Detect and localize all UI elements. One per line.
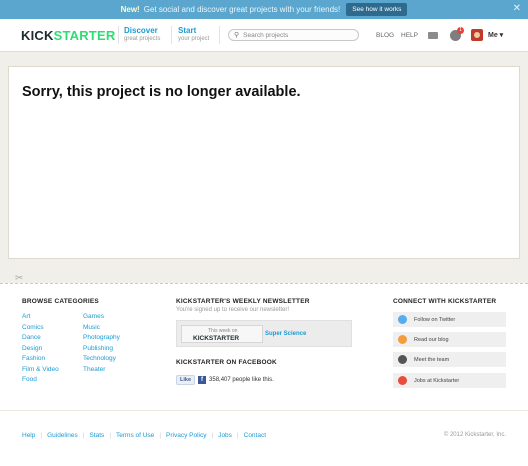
newsletter-preview[interactable]: This week on KICKSTARTER Super Science	[176, 320, 352, 347]
facebook-count: 358,407 people like this.	[209, 377, 274, 383]
rss-icon	[398, 335, 407, 344]
category-link[interactable]: Dance	[22, 334, 59, 345]
category-link[interactable]: Art	[22, 313, 59, 324]
browse-categories-title: BROWSE CATEGORIES	[22, 298, 99, 305]
connect-title: CONNECT WITH KICKSTARTER	[393, 298, 497, 305]
newsletter-title: KICKSTARTER'S WEEKLY NEWSLETTER	[176, 298, 310, 305]
page-title: Sorry, this project is no longer availab…	[22, 84, 301, 100]
category-link[interactable]: Games	[83, 313, 120, 324]
newsletter-feature: Super Science	[265, 331, 307, 337]
notice-message: Get social and discover great projects w…	[143, 5, 341, 14]
facebook-like-button[interactable]: Like	[176, 375, 196, 385]
twitter-icon	[398, 315, 407, 324]
person-icon	[398, 355, 407, 364]
connect-label: Read our blog	[414, 336, 449, 343]
facebook-icon: f	[198, 376, 207, 384]
logo-part1: KICK	[21, 28, 54, 43]
follow-twitter-button[interactable]: Follow on Twitter	[393, 312, 506, 327]
category-link[interactable]: Photography	[83, 334, 120, 345]
link-separator: |	[236, 432, 239, 439]
notification-bar: New! Get social and discover great proje…	[0, 0, 528, 19]
avatar[interactable]	[471, 29, 483, 41]
nav-start[interactable]: Start your project	[178, 26, 209, 42]
newsletter-envelope: This week on KICKSTARTER	[181, 325, 263, 343]
category-link[interactable]: Film & Video	[22, 366, 59, 377]
newsletter-box-logo: KICKSTARTER	[193, 335, 240, 342]
nav-divider	[219, 26, 220, 44]
footer-link-privacy[interactable]: Privacy Policy	[166, 432, 206, 439]
nav-discover-title: Discover	[124, 26, 158, 35]
nav-divider	[171, 26, 172, 44]
category-link[interactable]: Theater	[83, 366, 120, 377]
footer-links: Help | Guidelines | Stats | Terms of Use | P…	[22, 432, 266, 439]
main-panel: Sorry, this project is no longer availab…	[8, 66, 520, 259]
mail-icon[interactable]	[428, 32, 438, 39]
category-list-1: Art Comics Dance Design Fashion Film & V…	[22, 313, 59, 387]
me-menu[interactable]: Me ▾	[488, 31, 503, 39]
footer-link-help[interactable]: Help	[22, 432, 35, 439]
link-separator: |	[159, 432, 162, 439]
footer-link-contact[interactable]: Contact	[244, 432, 266, 439]
search-placeholder: Search projects	[243, 31, 289, 39]
close-icon[interactable]: ✕	[513, 3, 521, 14]
copyright: © 2012 Kickstarter, Inc.	[443, 432, 506, 438]
nav-divider	[118, 26, 119, 44]
jobs-button[interactable]: Jobs at Kickstarter	[393, 373, 506, 388]
site-header: KICKSTARTER Discover great projects Star…	[0, 19, 528, 52]
category-link[interactable]: Publishing	[83, 345, 120, 356]
connect-label: Follow on Twitter	[414, 316, 456, 323]
newsletter-box-top: This week on	[208, 328, 238, 334]
link-separator: |	[40, 432, 43, 439]
footer-link-terms[interactable]: Terms of Use	[116, 432, 154, 439]
meet-team-button[interactable]: Meet the team	[393, 352, 506, 367]
category-link[interactable]: Technology	[83, 355, 120, 366]
category-link[interactable]: Design	[22, 345, 59, 356]
search-input[interactable]: ⚲ Search projects	[228, 29, 359, 41]
link-separator: |	[82, 432, 85, 439]
notification-badge: 1	[457, 27, 464, 34]
category-link[interactable]: Comics	[22, 324, 59, 335]
new-label: New!	[120, 5, 140, 14]
facebook-like-row: Like f 358,407 people like this.	[176, 375, 274, 385]
blog-link[interactable]: BLOG	[376, 32, 394, 39]
connect-label: Meet the team	[414, 356, 450, 363]
link-separator: |	[109, 432, 112, 439]
search-icon: ⚲	[234, 32, 240, 39]
help-link[interactable]: HELP	[401, 32, 418, 39]
nav-discover-sub: great projects	[124, 36, 161, 42]
kickstarter-logo[interactable]: KICKSTARTER	[21, 28, 115, 43]
heart-icon	[398, 376, 407, 385]
nav-discover[interactable]: Discover great projects	[124, 26, 160, 42]
footer-divider	[0, 410, 528, 411]
category-link[interactable]: Food	[22, 376, 59, 387]
site-footer: BROWSE CATEGORIES Art Comics Dance Desig…	[0, 283, 528, 466]
nav-start-sub: your project	[178, 36, 210, 42]
logo-part2: STARTER	[53, 28, 116, 43]
connect-label: Jobs at Kickstarter	[414, 377, 460, 384]
facebook-title: KICKSTARTER ON FACEBOOK	[176, 359, 277, 366]
see-how-it-works-button[interactable]: See how it works	[346, 3, 408, 16]
footer-link-guidelines[interactable]: Guidelines	[47, 432, 78, 439]
category-list-2: Games Music Photography Publishing Techn…	[83, 313, 120, 376]
read-blog-button[interactable]: Read our blog	[393, 332, 506, 347]
link-separator: |	[211, 432, 214, 439]
category-link[interactable]: Fashion	[22, 355, 59, 366]
nav-start-title: Start	[178, 26, 197, 35]
footer-link-jobs[interactable]: Jobs	[218, 432, 232, 439]
category-link[interactable]: Music	[83, 324, 120, 335]
newsletter-subtitle: You're signed up to receive our newslett…	[176, 307, 289, 313]
footer-link-stats[interactable]: Stats	[90, 432, 105, 439]
